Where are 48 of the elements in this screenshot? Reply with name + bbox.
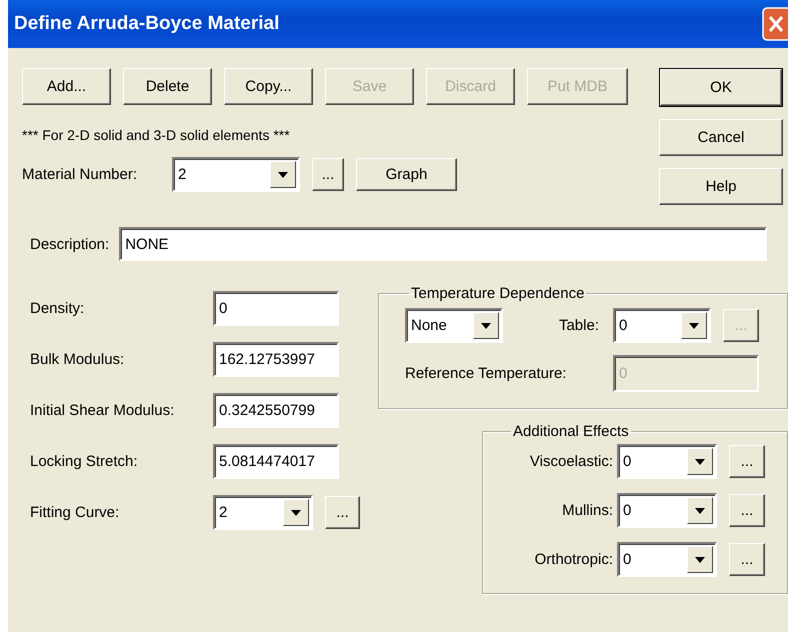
field-label: Density: — [30, 300, 86, 317]
field-label: Reference Temperature: — [405, 365, 568, 382]
dialog-button[interactable]: Help — [659, 168, 783, 205]
browse-button[interactable]: ... — [729, 445, 765, 478]
field-label: Fitting Curve: — [30, 504, 120, 521]
toolbar-button[interactable]: Add... — [22, 68, 111, 105]
input-field[interactable]: 5.0814474017 — [213, 444, 339, 479]
dropdown-arrow-icon[interactable] — [291, 510, 301, 516]
dropdown[interactable]: 0 — [617, 542, 717, 577]
input-field[interactable]: 162.12753997 — [213, 342, 339, 377]
input-field[interactable]: 0.3242550799 — [213, 393, 339, 428]
browse-button[interactable]: ... — [325, 496, 360, 529]
dropdown[interactable]: 0 — [613, 308, 711, 343]
dropdown-arrow-icon[interactable] — [695, 458, 705, 464]
group-title: Temperature Dependence — [410, 285, 586, 302]
dropdown[interactable]: 0 — [617, 493, 717, 528]
dropdown[interactable]: 0 — [617, 444, 717, 479]
browse-button[interactable]: ... — [729, 543, 765, 576]
dropdown[interactable]: None — [405, 308, 503, 343]
dropdown-arrow-icon[interactable] — [481, 322, 491, 328]
group-title: Additional Effects — [512, 423, 630, 440]
dropdown-arrow-icon[interactable] — [278, 172, 288, 178]
toolbar-button[interactable]: Delete — [123, 68, 212, 105]
field-label: Mullins: — [561, 502, 613, 519]
dropdown[interactable]: 2 — [172, 157, 300, 192]
graph-button[interactable]: Graph — [356, 158, 457, 191]
dropdown-arrow-icon[interactable] — [689, 322, 699, 328]
browse-button[interactable]: ... — [729, 494, 765, 527]
note-text: *** For 2-D solid and 3-D solid elements *** — [22, 127, 291, 143]
field-label: Initial Shear Modulus: — [30, 402, 176, 419]
field-label: Locking Stretch: — [30, 453, 139, 470]
browse-button[interactable]: ... — [312, 158, 344, 191]
input-field[interactable]: 0 — [213, 291, 339, 326]
toolbar-button[interactable]: Copy... — [224, 68, 313, 105]
dialog-button[interactable]: Cancel — [659, 119, 783, 156]
field-label: Material Number: — [22, 166, 138, 183]
field-label: Bulk Modulus: — [30, 351, 126, 368]
description-field[interactable]: NONE — [119, 227, 768, 261]
field-label: Table: — [558, 317, 599, 334]
dropdown-arrow-icon[interactable] — [695, 508, 705, 514]
close-icon[interactable] — [762, 7, 788, 41]
dialog-button[interactable]: OK — [660, 69, 782, 106]
dropdown-arrow-icon[interactable] — [695, 556, 705, 562]
field-label: Orthotropic: — [534, 551, 613, 568]
field-label: Viscoelastic: — [528, 453, 613, 470]
dropdown[interactable]: 2 — [213, 495, 313, 530]
window-title: Define Arruda-Boyce Material — [14, 13, 280, 35]
field-label: Description: — [30, 236, 110, 252]
